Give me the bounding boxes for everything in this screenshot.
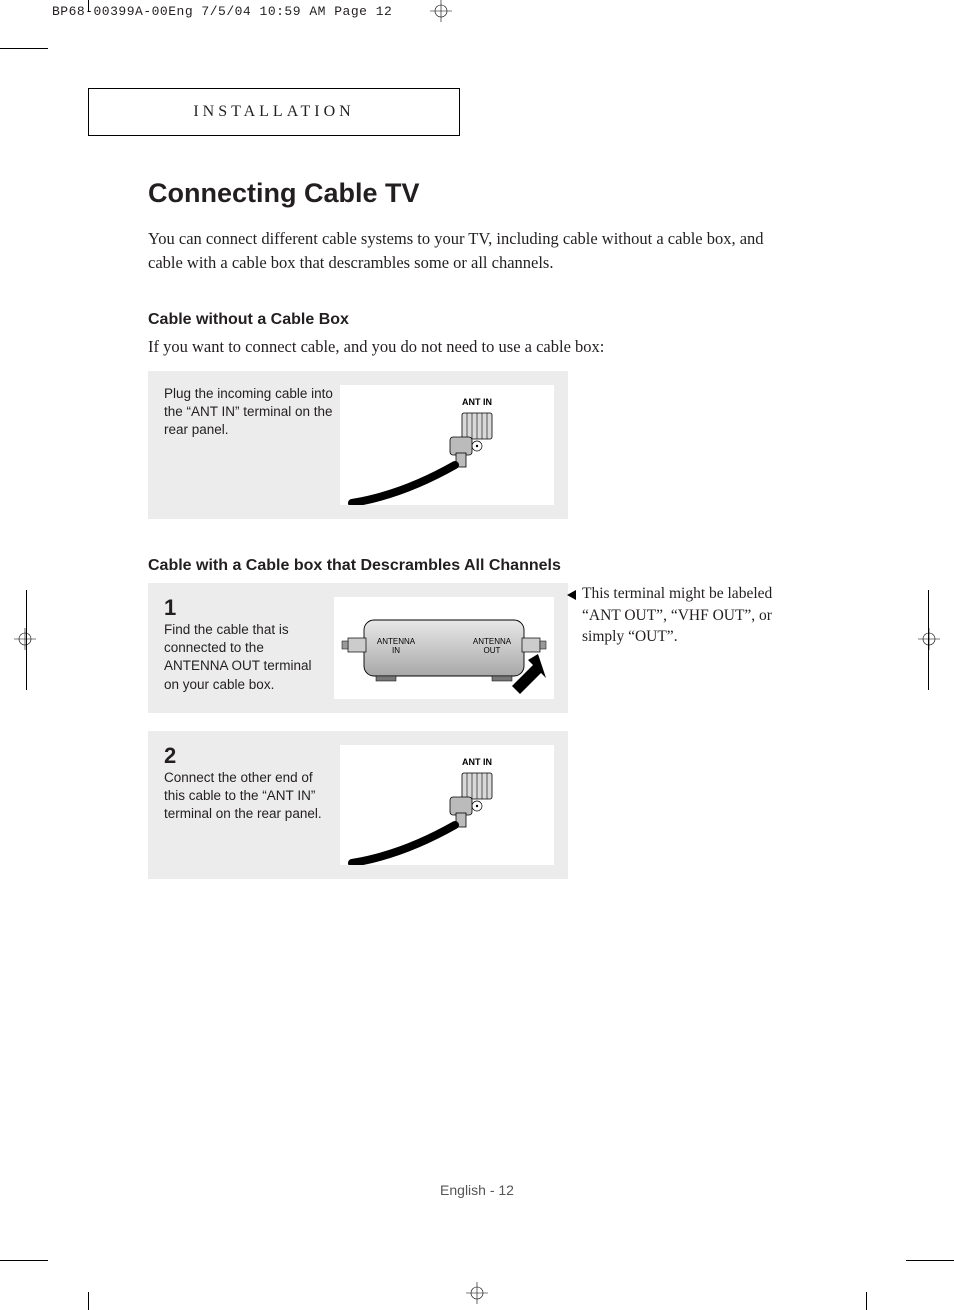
instruction-step: Plug the incoming cable into the “ANT IN… [148,371,568,519]
crop-mark [906,1260,954,1261]
print-meta-header: BP68-00399A-00Eng 7/5/04 10:59 AM Page 1… [52,4,392,19]
page-title: Connecting Cable TV [148,178,868,209]
crop-mark [88,1292,89,1310]
crop-mark [0,1260,48,1261]
figure-label-ant-in: ANT IN [462,397,492,407]
step-text: Plug the incoming cable into the “ANT IN… [164,385,334,505]
side-note-text: This terminal might be labeled “ANT OUT”… [582,585,772,645]
registration-mark-icon [430,0,452,22]
step-number: 1 [164,597,328,619]
figure-label-antenna-in: ANTENNA [377,637,416,646]
subsection-heading: Cable without a Cable Box [148,311,868,329]
step-figure: ANT IN [340,745,554,865]
pointer-left-icon [566,586,578,608]
registration-mark-icon [466,1282,488,1304]
section-header-tab: INSTALLATION [88,88,460,136]
figure-label-ant-in: ANT IN [462,757,492,767]
svg-text:IN: IN [392,646,400,655]
step-text: Connect the other end of this cable to t… [164,770,322,821]
intro-paragraph: You can connect different cable systems … [148,227,788,275]
crop-mark [866,1292,867,1310]
section-header-label: INSTALLATION [193,103,354,121]
page-footer: English - 12 [0,1182,954,1198]
registration-mark-icon [14,628,36,650]
crop-mark [0,48,48,49]
registration-mark-icon [918,628,940,650]
instruction-step: 1 Find the cable that is connected to th… [148,583,568,713]
subsection-intro: If you want to connect cable, and you do… [148,337,868,357]
step-figure: ANTENNA IN ANTENNA OUT [334,597,554,699]
crop-mark [88,0,89,12]
figure-label-antenna-out: ANTENNA [473,637,512,646]
svg-text:OUT: OUT [484,646,501,655]
subsection-heading: Cable with a Cable box that Descrambles … [148,557,868,575]
step-text: Find the cable that is connected to the … [164,622,312,692]
side-note: This terminal might be labeled “ANT OUT”… [568,583,788,713]
step-figure: ANT IN [340,385,554,505]
instruction-step: 2 Connect the other end of this cable to… [148,731,568,879]
step-number: 2 [164,745,334,767]
